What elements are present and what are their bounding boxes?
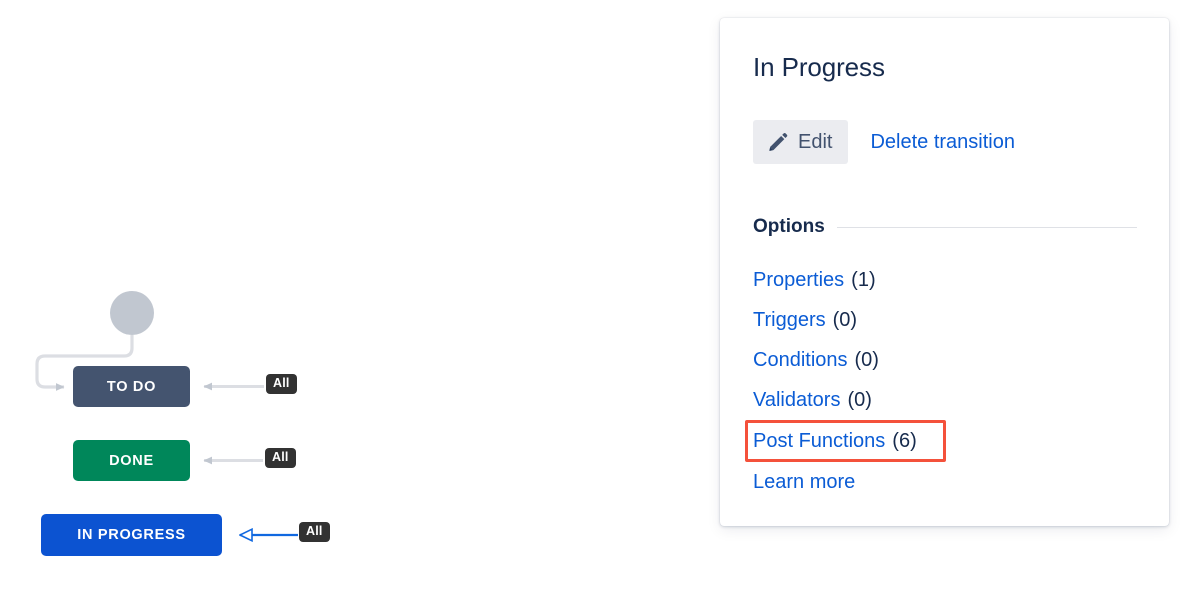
options-list: Properties (1) Triggers (0) Conditions (…: [745, 260, 1137, 502]
workflow-node-todo[interactable]: TO DO: [73, 366, 190, 407]
transition-badge-in-progress[interactable]: All: [299, 522, 330, 542]
option-count-conditions: (0): [854, 348, 879, 371]
transition-badge-done[interactable]: All: [265, 448, 296, 468]
workflow-start-node[interactable]: [110, 291, 154, 335]
option-link-properties[interactable]: Properties: [753, 269, 844, 292]
card-actions-row: Edit Delete transition: [753, 120, 1015, 164]
workflow-node-in-progress[interactable]: IN PROGRESS: [41, 514, 222, 556]
option-link-triggers[interactable]: Triggers: [753, 309, 826, 332]
page-title: In Progress: [753, 52, 885, 82]
transition-badge-todo[interactable]: All: [266, 374, 297, 394]
option-link-post-functions[interactable]: Post Functions: [753, 430, 885, 453]
options-heading-row: Options: [753, 216, 1137, 238]
pencil-icon: [767, 131, 789, 153]
transition-details-card: In Progress Edit Delete transition Optio…: [720, 18, 1169, 526]
option-row-post-functions: Post Functions (6): [745, 420, 946, 462]
options-heading: Options: [753, 216, 825, 237]
option-count-validators: (0): [847, 388, 872, 411]
workflow-diagram: TO DO DONE IN PROGRESS All All All: [0, 0, 700, 590]
option-count-triggers: (0): [832, 308, 858, 331]
option-link-conditions[interactable]: Conditions: [753, 349, 848, 372]
edit-button-label: Edit: [798, 130, 833, 153]
option-link-validators[interactable]: Validators: [753, 389, 840, 412]
delete-transition-link[interactable]: Delete transition: [870, 131, 1015, 154]
option-row-learn-more: Learn more: [753, 462, 1137, 502]
options-divider: [836, 226, 1137, 228]
option-count-post-functions: (6): [892, 429, 917, 452]
edit-button[interactable]: Edit: [753, 120, 849, 164]
option-row-triggers: Triggers (0): [753, 300, 1137, 340]
workflow-connectors: [35, 291, 298, 590]
option-row-conditions: Conditions (0): [753, 340, 1137, 380]
option-row-validators: Validators (0): [753, 380, 1137, 420]
option-link-learn-more[interactable]: Learn more: [753, 471, 855, 494]
workflow-node-done[interactable]: DONE: [73, 440, 190, 481]
option-count-properties: (1): [851, 268, 876, 291]
option-row-properties: Properties (1): [753, 260, 1137, 300]
